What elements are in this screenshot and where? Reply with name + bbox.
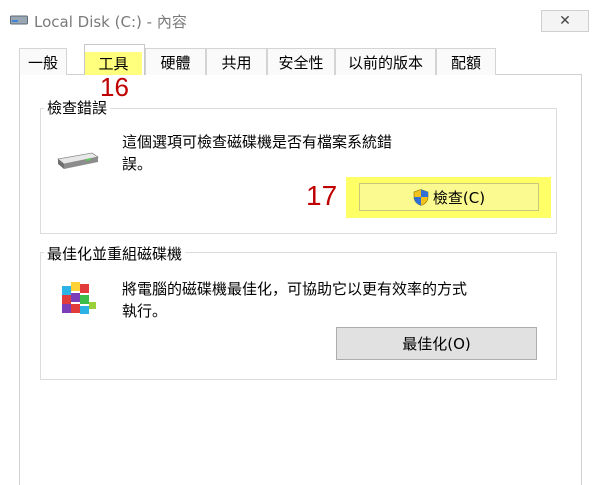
check-button-label: 檢查(C) [432, 188, 486, 207]
tab-label: 以前的版本 [347, 53, 423, 72]
error-checking-description: 這個選項可檢查磁碟機是否有檔案系統錯 誤。 [122, 131, 392, 175]
optimize-button-label: 最佳化(O) [402, 335, 471, 353]
annotation-step-16: 16 [100, 72, 129, 102]
desc-line: 執行。 [122, 302, 168, 320]
tab-sharing[interactable]: 共用 [206, 48, 267, 75]
tab-quota[interactable]: 配額 [436, 48, 496, 75]
close-button[interactable]: ✕ [541, 10, 589, 32]
check-button[interactable]: 檢查(C) [359, 183, 539, 211]
uac-shield-icon [413, 188, 429, 206]
desc-line: 誤。 [122, 155, 153, 173]
optimize-description: 將電腦的磁碟機最佳化，可協助它以更有效率的方式 執行。 [122, 278, 467, 322]
tab-label: 硬體 [160, 53, 191, 72]
drive-icon [57, 152, 100, 169]
optimize-button[interactable]: 最佳化(O) [336, 327, 537, 360]
tab-label: 共用 [221, 53, 252, 72]
close-icon: ✕ [559, 13, 571, 29]
title-bar: Local Disk (C:) - 內容 ✕ [0, 0, 600, 38]
desc-line: 這個選項可檢查磁碟機是否有檔案系統錯 [122, 133, 393, 151]
tab-general[interactable]: 一般 [19, 48, 67, 75]
tab-label: 一般 [27, 53, 58, 72]
window-title: Local Disk (C:) - 內容 [34, 13, 187, 31]
defrag-icon [62, 282, 96, 314]
optimize-title: 最佳化並重組磁碟機 [44, 243, 186, 264]
tab-label: 安全性 [278, 53, 324, 72]
tab-security[interactable]: 安全性 [267, 48, 335, 75]
desc-line: 將電腦的磁碟機最佳化，可協助它以更有效率的方式 [122, 280, 468, 298]
tab-hardware[interactable]: 硬體 [145, 48, 206, 75]
annotation-step-17: 17 [306, 180, 338, 211]
drive-title-icon [10, 15, 28, 25]
tab-label: 配額 [450, 53, 481, 72]
tab-previous-versions[interactable]: 以前的版本 [335, 48, 436, 75]
